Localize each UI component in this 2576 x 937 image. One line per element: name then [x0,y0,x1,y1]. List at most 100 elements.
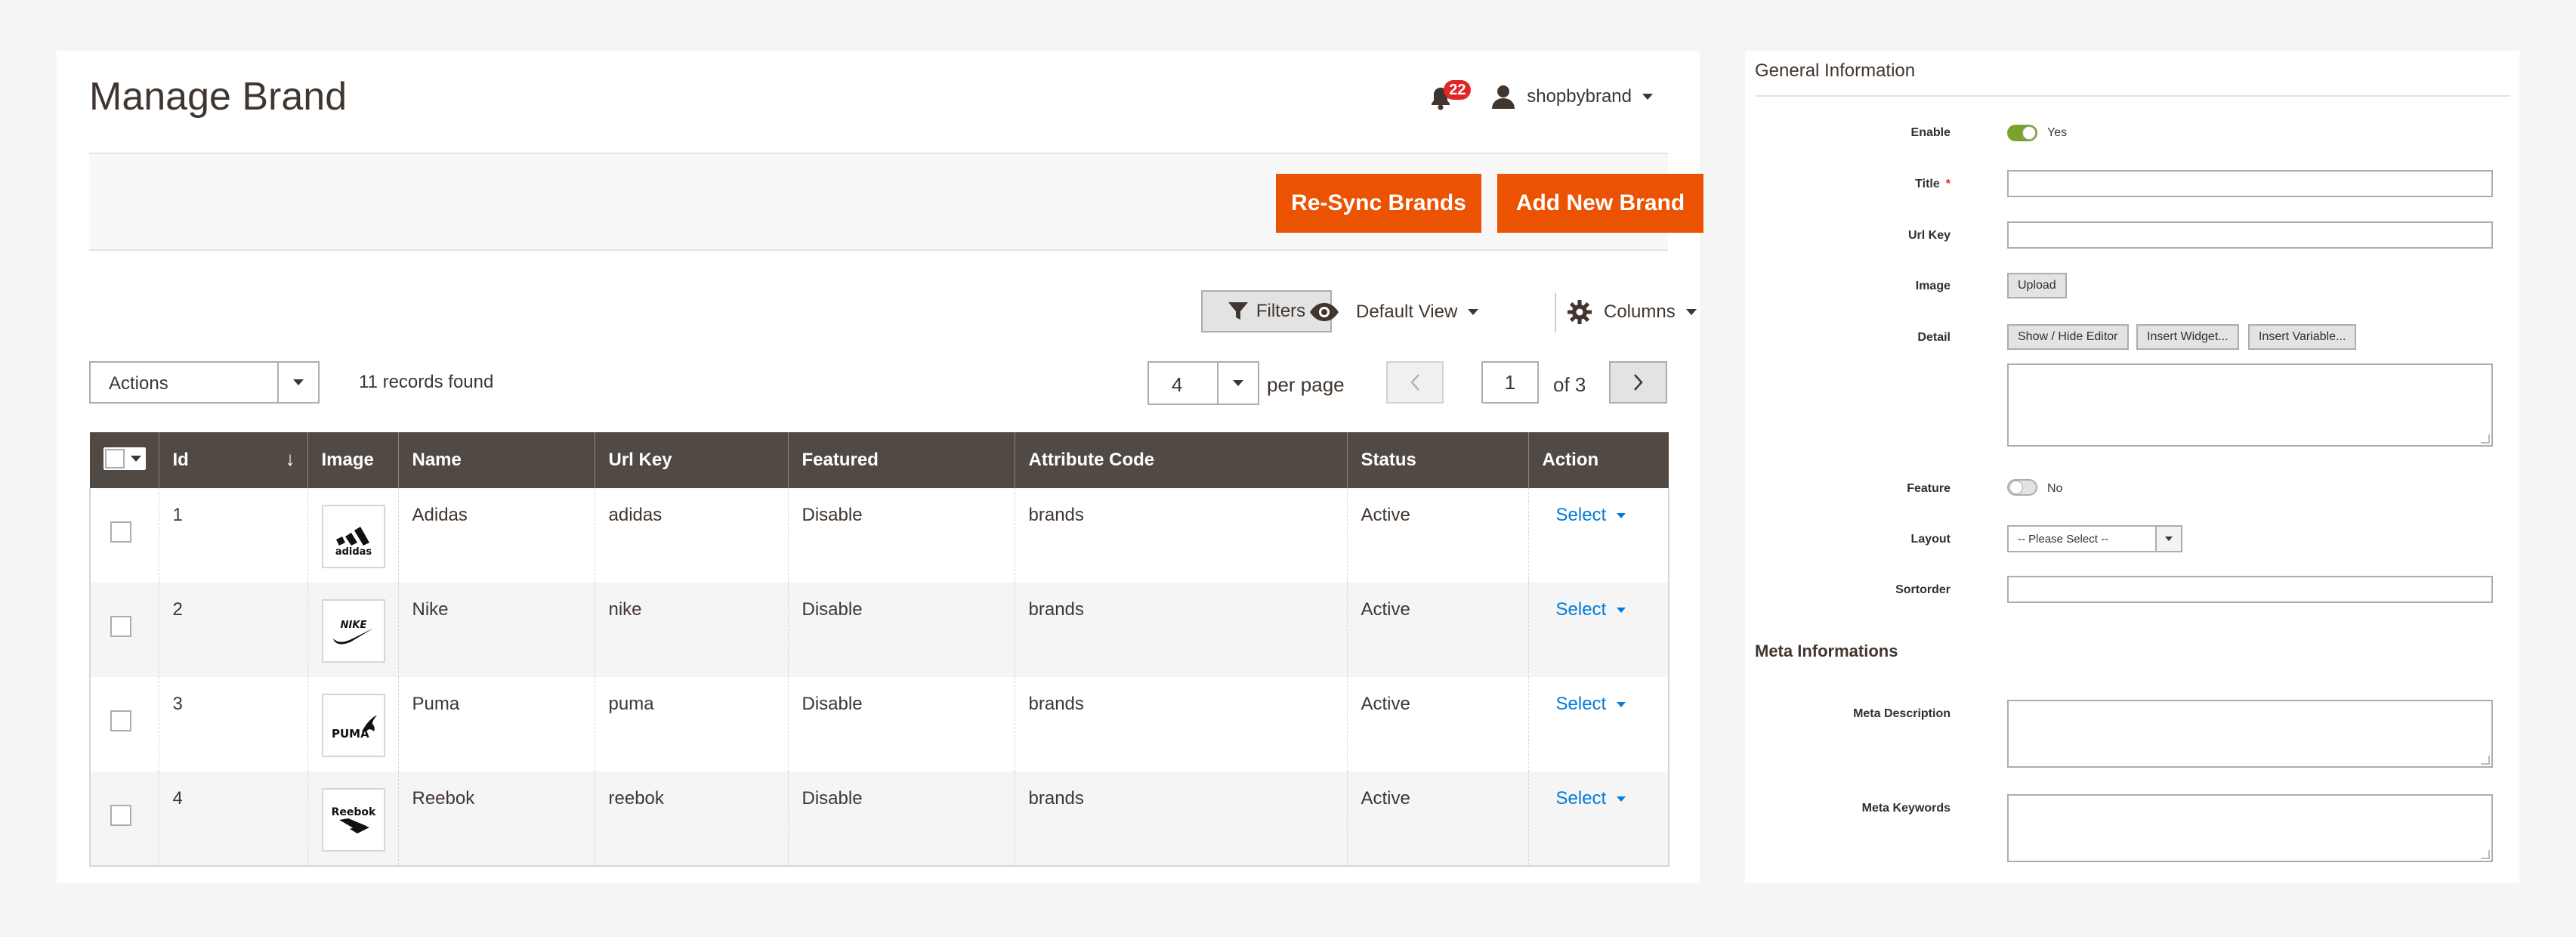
chevron-right-icon [1633,374,1643,391]
toolbar-divider [1555,293,1556,332]
row-checkbox[interactable] [110,616,131,637]
cell-attribute-code: brands [1015,583,1348,677]
brand-grid-table: Id ↓ Image Name Url Key Featured Attribut… [89,432,1669,867]
admin-header-actions: 22 shopbybrand [1427,74,1653,119]
filters-label: Filters [1256,301,1306,321]
row-checkbox[interactable] [110,805,131,826]
column-header-status[interactable]: Status [1347,432,1529,488]
notifications-count-badge: 22 [1444,80,1472,100]
sortorder-input[interactable] [2007,576,2493,603]
required-asterisk: * [1945,178,1951,190]
adidas-logo-icon: adidas [321,505,385,568]
resync-brands-button[interactable]: Re-Sync Brands [1276,174,1481,233]
show-hide-editor-button[interactable]: Show / Hide Editor [2007,324,2129,350]
cell-id: 3 [159,677,308,772]
row-checkbox[interactable] [110,710,131,731]
current-page-input[interactable]: 1 [1481,361,1539,404]
mass-actions-toggle[interactable] [277,363,318,402]
previous-page-button[interactable] [1386,361,1444,404]
row-action-select[interactable]: Select [1556,788,1655,809]
cell-featured: Disable [788,677,1015,772]
enable-toggle[interactable] [2007,125,2037,141]
mass-actions-select[interactable]: Actions [89,361,320,404]
column-header-id[interactable]: Id ↓ [159,432,308,488]
mass-select-checkbox[interactable] [103,447,146,470]
notifications-button[interactable]: 22 [1427,80,1472,113]
chevron-down-icon [1617,701,1626,707]
user-icon[interactable] [1490,84,1516,110]
general-information-title: General Information [1755,60,1916,81]
detail-textarea[interactable] [2007,363,2493,447]
brand-grid-panel: Manage Brand 22 shopbybrand Re-Sync Bran… [57,51,1703,883]
column-header-name[interactable]: Name [398,432,595,488]
add-new-brand-button[interactable]: Add New Brand [1497,174,1703,233]
cell-url-key: puma [595,677,789,772]
eye-icon [1310,303,1339,321]
title-input[interactable] [2007,170,2493,197]
sortorder-label: Sortorder [1895,583,1951,596]
svg-text:adidas: adidas [335,546,372,556]
meta-keywords-textarea[interactable] [2007,794,2493,862]
next-page-button[interactable] [1609,361,1667,404]
cell-attribute-code: brands [1015,772,1348,867]
layout-select[interactable]: -- Please Select -- [2007,525,2182,552]
chevron-left-icon [1410,374,1419,391]
sort-arrow-down-icon: ↓ [285,447,295,470]
section-divider [1755,95,2510,97]
insert-variable-button[interactable]: Insert Variable... [2248,324,2357,350]
per-page-select[interactable]: 4 [1147,361,1259,405]
per-page-toggle[interactable] [1217,363,1258,404]
meta-description-textarea[interactable] [2007,700,2493,768]
feature-label: Feature [1907,482,1951,495]
detail-label: Detail [1917,331,1951,344]
chevron-down-icon[interactable] [131,455,141,462]
puma-logo-icon: PUMA [321,694,385,757]
meta-description-label: Meta Description [1853,707,1951,720]
chevron-down-icon[interactable] [1642,94,1653,100]
select-all-checkbox[interactable] [105,448,125,468]
per-page-value: 4 [1172,373,1183,396]
cell-id: 1 [159,488,308,583]
column-header-image: Image [307,432,399,488]
column-header-url-key[interactable]: Url Key [595,432,789,488]
row-action-select[interactable]: Select [1556,599,1655,620]
chevron-down-icon [1617,512,1626,518]
svg-text:NIKE: NIKE [340,620,366,631]
table-row: 3 PUMA Puma puma Disable brands Active S… [89,677,1669,772]
column-header-featured[interactable]: Featured [788,432,1015,488]
cell-featured: Disable [788,488,1015,583]
mass-select-header[interactable] [90,432,159,488]
columns-label: Columns [1604,302,1676,322]
row-action-select[interactable]: Select [1556,505,1655,526]
brand-edit-form-panel: General Information Enable Yes Title * Ur… [1745,51,2519,883]
row-checkbox[interactable] [110,521,131,543]
filter-funnel-icon [1228,302,1248,320]
title-label: Title * [1915,178,1951,190]
table-row: 2 NIKE Nike nike Disable brands Active S… [89,583,1669,677]
svg-text:Reebok: Reebok [331,806,375,818]
user-account-name[interactable]: shopbybrand [1527,86,1632,107]
layout-select-toggle[interactable] [2155,527,2181,551]
default-view-dropdown[interactable]: Default View [1309,296,1479,328]
grid-header-row: Id ↓ Image Name Url Key Featured Attribut… [90,432,1669,488]
records-found-count: 11 records found [359,372,494,392]
page-title: Manage Brand [89,75,347,119]
upload-button[interactable]: Upload [2007,273,2067,298]
per-page-label: per page [1267,373,1345,396]
insert-widget-button[interactable]: Insert Widget... [2136,324,2239,350]
table-row: 4 Reebok Reebok reebok Disable brands Ac… [89,772,1669,867]
cell-name: Nike [398,583,595,677]
cell-url-key: adidas [595,488,789,583]
feature-value: No [2047,482,2063,495]
chevron-down-icon [2165,537,2173,541]
nike-logo-icon: NIKE [321,599,385,663]
chevron-down-icon [1617,796,1626,802]
layout-select-value: -- Please Select -- [2018,533,2109,546]
feature-toggle[interactable] [2007,479,2037,496]
cell-name: Puma [398,677,595,772]
column-header-attribute-code[interactable]: Attribute Code [1015,432,1348,488]
row-action-select[interactable]: Select [1556,694,1655,715]
image-label: Image [1915,280,1951,292]
columns-dropdown[interactable]: Columns [1568,296,1697,328]
url-key-input[interactable] [2007,221,2493,249]
